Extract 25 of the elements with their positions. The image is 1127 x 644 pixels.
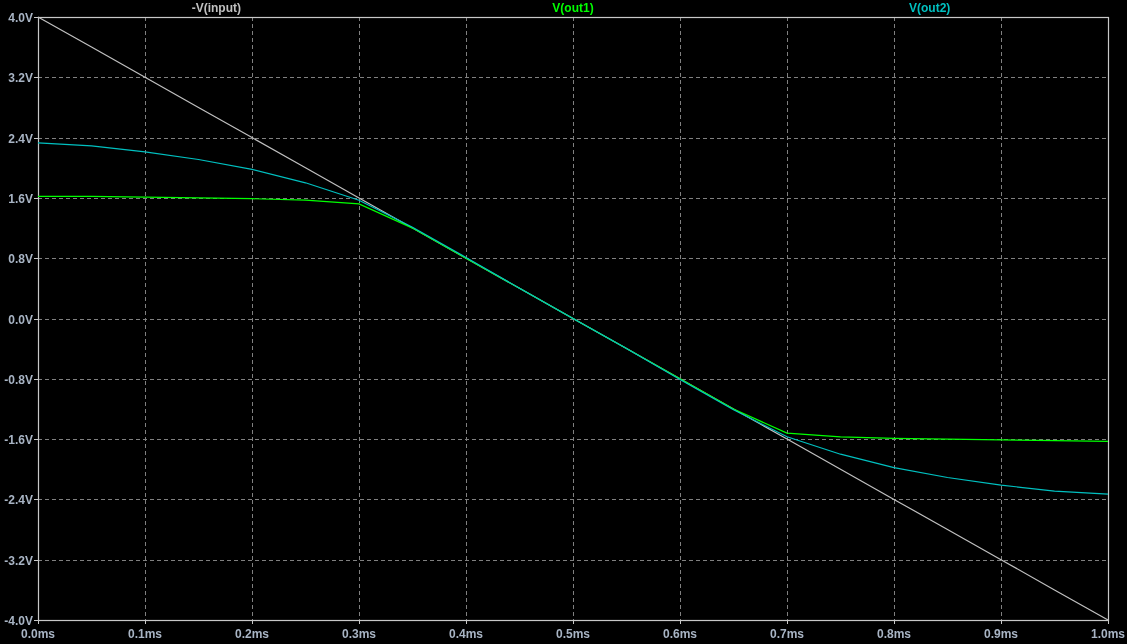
y-axis-label: -4.0V bbox=[4, 614, 33, 628]
y-axis-label: -2.4V bbox=[4, 493, 33, 507]
x-axis-label: 1.0ms bbox=[1091, 627, 1125, 641]
trace-legend-label[interactable]: -V(input) bbox=[191, 1, 241, 15]
x-axis-label: 0.1ms bbox=[128, 627, 162, 641]
y-axis-label: 0.8V bbox=[8, 252, 33, 266]
y-axis-label: -0.8V bbox=[4, 373, 33, 387]
x-axis-label: 0.4ms bbox=[449, 627, 483, 641]
trace-legend-label[interactable]: V(out2) bbox=[909, 1, 951, 15]
trace-legend-label[interactable]: V(out1) bbox=[552, 1, 594, 15]
y-axis-label: 1.6V bbox=[8, 192, 33, 206]
x-axis-label: 0.0ms bbox=[21, 627, 55, 641]
x-axis-label: 0.2ms bbox=[235, 627, 269, 641]
x-axis-label: 0.5ms bbox=[556, 627, 590, 641]
y-axis-label: -1.6V bbox=[4, 433, 33, 447]
y-axis-label: 4.0V bbox=[8, 11, 33, 25]
x-axis-label: 0.6ms bbox=[663, 627, 697, 641]
y-axis-label: 0.0V bbox=[8, 313, 33, 327]
x-axis-label: 0.3ms bbox=[342, 627, 376, 641]
y-axis-label: -3.2V bbox=[4, 554, 33, 568]
x-axis-label: 0.7ms bbox=[770, 627, 804, 641]
y-axis-label: 3.2V bbox=[8, 71, 33, 85]
x-axis-label: 0.9ms bbox=[984, 627, 1018, 641]
y-axis-label: 2.4V bbox=[8, 132, 33, 146]
x-axis-label: 0.8ms bbox=[877, 627, 911, 641]
